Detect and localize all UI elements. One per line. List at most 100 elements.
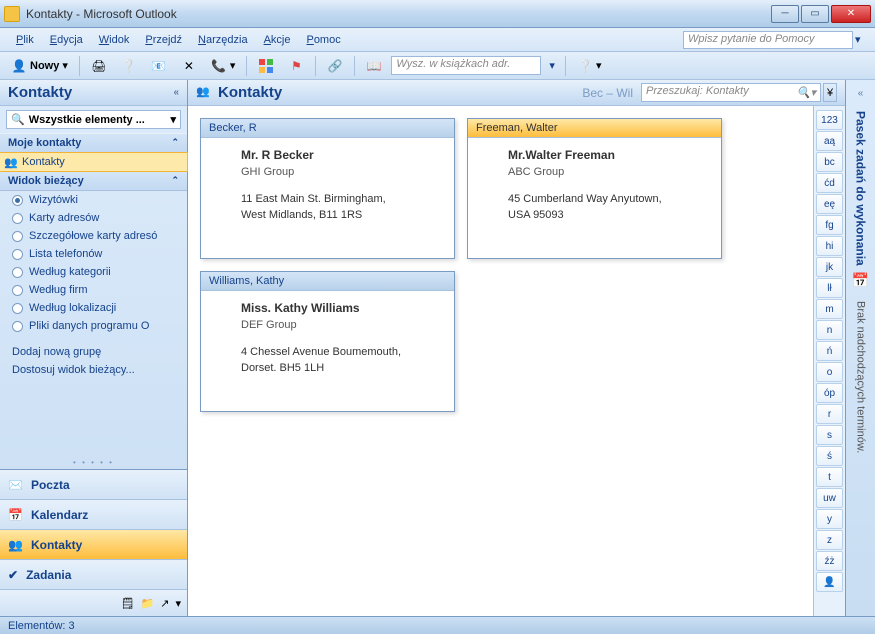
- alpha-button[interactable]: aą: [816, 131, 843, 151]
- alpha-button[interactable]: n: [816, 320, 843, 340]
- nav-title: Kontakty: [8, 84, 72, 101]
- view-option[interactable]: Szczegółowe karty adresó: [0, 227, 187, 245]
- folder-kontakty[interactable]: 👥 Kontakty: [0, 152, 188, 172]
- close-button[interactable]: ✕: [831, 5, 871, 23]
- card-header: Freeman, Walter: [468, 119, 721, 138]
- dropdown-icon[interactable]: ▾: [545, 59, 559, 72]
- menu-narzędzia[interactable]: Narzędzia: [190, 31, 256, 49]
- radio-icon: [12, 213, 23, 224]
- alpha-button[interactable]: r: [816, 404, 843, 424]
- alpha-button[interactable]: ń: [816, 341, 843, 361]
- section-my-contacts[interactable]: Moje kontakty ⌃: [0, 133, 187, 153]
- menu-edycja[interactable]: Edycja: [42, 31, 91, 49]
- add-group-link[interactable]: Dodaj nową grupę: [0, 343, 187, 361]
- folder-icon[interactable]: 📁: [141, 597, 155, 610]
- contact-card[interactable]: Williams, KathyMiss. Kathy WilliamsDEF G…: [200, 271, 455, 412]
- view-option[interactable]: Według lokalizacji: [0, 299, 187, 317]
- window-title: Kontakty - Microsoft Outlook: [26, 7, 771, 21]
- content-pane: 👥 Kontakty Bec – Wil Przeszukaj: Kontakt…: [188, 80, 845, 616]
- alpha-button[interactable]: y: [816, 509, 843, 529]
- view-option[interactable]: Lista telefonów: [0, 245, 187, 263]
- menu-akcje[interactable]: Akcje: [256, 31, 299, 49]
- section-current-view[interactable]: Widok bieżący ⌃: [0, 171, 187, 191]
- help-search-input[interactable]: Wpisz pytanie do Pomocy: [683, 31, 853, 49]
- expand-todo-icon[interactable]: «: [854, 84, 868, 103]
- link-icon: 🔗: [327, 58, 343, 74]
- alpha-button[interactable]: z: [816, 530, 843, 550]
- addressbook-search-input[interactable]: Wysz. w książkach adr.: [391, 56, 541, 75]
- alpha-button[interactable]: jk: [816, 257, 843, 277]
- radio-icon: [12, 285, 23, 296]
- view-option[interactable]: Pliki danych programu O: [0, 317, 187, 335]
- alpha-button[interactable]: t: [816, 467, 843, 487]
- instant-search-input[interactable]: Przeszukaj: Kontakty 🔍▾: [641, 83, 821, 102]
- categories-button[interactable]: [253, 55, 279, 77]
- help-dropdown-icon[interactable]: ▾: [853, 33, 867, 46]
- alpha-button[interactable]: bc: [816, 152, 843, 172]
- nav-poczta[interactable]: ✉️Poczta: [0, 470, 187, 500]
- radio-icon: [12, 267, 23, 278]
- flag-button[interactable]: ⚑: [283, 55, 309, 77]
- new-button-label: Nowy: [30, 60, 59, 72]
- alpha-button[interactable]: 123: [816, 110, 843, 130]
- contacts-icon: 👥: [196, 85, 212, 101]
- customize-view-link[interactable]: Dostosuj widok bieżący...: [0, 361, 187, 379]
- alpha-button[interactable]: ś: [816, 446, 843, 466]
- alpha-button[interactable]: óp: [816, 383, 843, 403]
- item-count: Elementów: 3: [8, 620, 75, 632]
- maximize-button[interactable]: ▭: [801, 5, 829, 23]
- alpha-button[interactable]: ćd: [816, 173, 843, 193]
- dropdown-icon: ▾: [230, 59, 236, 72]
- navigation-pane: Kontakty « 🔍 Wszystkie elementy ... ▾ Mo…: [0, 80, 188, 616]
- alpha-contacts-icon[interactable]: 👤: [816, 572, 843, 592]
- content-title: Kontakty: [218, 84, 282, 101]
- view-option[interactable]: Według kategorii: [0, 263, 187, 281]
- view-option[interactable]: Karty adresów: [0, 209, 187, 227]
- help2-button[interactable]: ❔▾: [572, 55, 607, 77]
- contact-address: 45 Cumberland Way Anyutown,USA 95093: [508, 191, 709, 224]
- folder-scope-dropdown[interactable]: 🔍 Wszystkie elementy ... ▾: [6, 110, 181, 129]
- collapse-nav-icon[interactable]: «: [173, 87, 179, 98]
- minimize-button[interactable]: ─: [771, 5, 799, 23]
- dial-button[interactable]: 📞▾: [206, 55, 241, 77]
- new-contact-icon: 👤: [11, 58, 27, 74]
- sendlink-button[interactable]: 🔗: [322, 55, 348, 77]
- search-icon: 🔍▾: [797, 86, 816, 99]
- alpha-button[interactable]: źż: [816, 551, 843, 571]
- alpha-button[interactable]: s: [816, 425, 843, 445]
- radio-icon: [12, 321, 23, 332]
- contact-card[interactable]: Freeman, WalterMr.Walter FreemanABC Grou…: [467, 118, 722, 259]
- menu-pomoc[interactable]: Pomoc: [298, 31, 348, 49]
- delete-button[interactable]: ✕: [176, 55, 202, 77]
- nav-zadania[interactable]: ✔Zadania: [0, 560, 187, 590]
- book-icon: 📖: [366, 58, 382, 74]
- card-body: Mr.Walter FreemanABC Group45 Cumberland …: [468, 138, 721, 258]
- splitter-grip[interactable]: • • • • •: [0, 456, 187, 469]
- shortcuts-icon[interactable]: ↗: [160, 597, 169, 610]
- mail-icon: ✉️: [8, 478, 23, 492]
- alpha-button[interactable]: o: [816, 362, 843, 382]
- view-option[interactable]: Według firm: [0, 281, 187, 299]
- menu-widok[interactable]: Widok: [91, 31, 138, 49]
- nav-kalendarz[interactable]: 📅Kalendarz: [0, 500, 187, 530]
- alpha-button[interactable]: eę: [816, 194, 843, 214]
- addressbook-button[interactable]: 📖: [361, 55, 387, 77]
- help-button[interactable]: ❔: [116, 55, 142, 77]
- configure-buttons-icon[interactable]: ▾: [175, 597, 181, 610]
- send-receive-button[interactable]: 📧: [146, 55, 172, 77]
- alpha-button[interactable]: uw: [816, 488, 843, 508]
- search-options-dropdown[interactable]: ¥: [823, 83, 837, 102]
- menu-przejdź[interactable]: Przejdź: [137, 31, 190, 49]
- alpha-button[interactable]: hi: [816, 236, 843, 256]
- alpha-button[interactable]: fg: [816, 215, 843, 235]
- menu-plik[interactable]: Plik: [8, 31, 42, 49]
- alpha-button[interactable]: m: [816, 299, 843, 319]
- view-option[interactable]: Wizytówki: [0, 191, 187, 209]
- nav-kontakty[interactable]: 👥Kontakty: [0, 530, 187, 560]
- notes-icon[interactable]: 🗒: [121, 597, 135, 610]
- alpha-index: 123aąbcćdeęfghijklłmnńoóprsśtuwyzźż👤: [813, 106, 845, 616]
- new-button[interactable]: 👤 Nowy ▾: [6, 55, 73, 77]
- alpha-button[interactable]: lł: [816, 278, 843, 298]
- contact-card[interactable]: Becker, RMr. R BeckerGHI Group11 East Ma…: [200, 118, 455, 259]
- print-button[interactable]: 🖨: [86, 55, 112, 77]
